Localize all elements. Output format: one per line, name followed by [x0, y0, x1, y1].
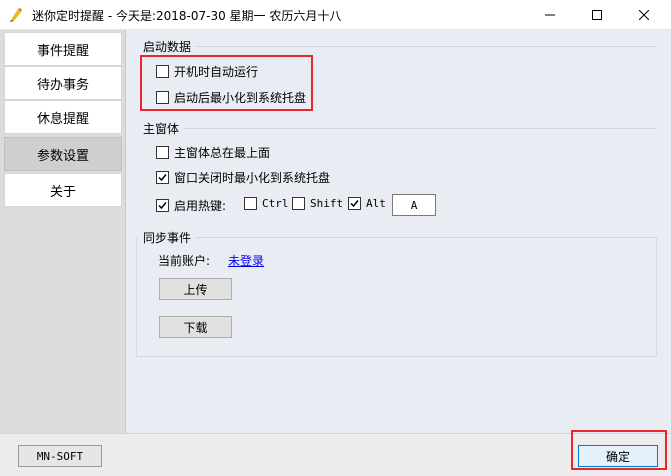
shift-modifier-option[interactable]: Shift: [292, 197, 343, 210]
minimize-tray-option[interactable]: 启动后最小化到系统托盘: [156, 89, 306, 106]
settings-panel: 启动数据 开机时自动运行 启动后最小化到系统托盘 主窗体 主窗体总在最上面 窗口…: [126, 30, 671, 433]
brand-button[interactable]: MN-SOFT: [18, 445, 102, 467]
sidebar-item-about[interactable]: 关于: [4, 173, 122, 207]
always-on-top-option[interactable]: 主窗体总在最上面: [156, 144, 270, 161]
close-to-tray-option[interactable]: 窗口关闭时最小化到系统托盘: [156, 169, 330, 186]
sidebar-item-rest-reminder[interactable]: 休息提醒: [4, 100, 122, 134]
sidebar-item-settings[interactable]: 参数设置: [4, 137, 122, 171]
hotkey-key-input[interactable]: A: [392, 194, 436, 216]
check-icon: [158, 174, 167, 182]
footer-bar: MN-SOFT 确定: [0, 433, 671, 476]
startup-group-divider: [196, 46, 656, 47]
mainwindow-group-divider: [184, 128, 656, 129]
close-to-tray-checkbox[interactable]: [156, 171, 169, 184]
ok-button[interactable]: 确定: [578, 445, 658, 467]
autorun-option[interactable]: 开机时自动运行: [156, 63, 258, 80]
hotkey-checkbox[interactable]: [156, 199, 169, 212]
ctrl-checkbox[interactable]: [244, 197, 257, 210]
window-title: 迷你定时提醒 - 今天是:2018-07-30 星期一 农历六月十八: [32, 9, 342, 23]
minimize-button[interactable]: [527, 0, 573, 30]
upload-button[interactable]: 上传: [159, 278, 232, 300]
check-icon: [350, 200, 359, 208]
sidebar-item-todo[interactable]: 待办事务: [4, 66, 122, 100]
client-area: 事件提醒 待办事务 休息提醒 参数设置 关于 启动数据 开机时自动运行 启动后最…: [0, 30, 671, 476]
minimize-icon: [545, 14, 555, 16]
sidebar-item-event-reminder[interactable]: 事件提醒: [4, 32, 122, 66]
hotkey-option[interactable]: 启用热键:: [156, 197, 226, 214]
close-button[interactable]: [621, 0, 667, 30]
login-link[interactable]: 未登录: [228, 252, 264, 269]
alt-checkbox[interactable]: [348, 197, 361, 210]
account-label: 当前账户:: [158, 254, 211, 268]
close-icon: [639, 10, 649, 20]
autorun-checkbox[interactable]: [156, 65, 169, 78]
title-bar: 迷你定时提醒 - 今天是:2018-07-30 星期一 农历六月十八: [0, 0, 671, 30]
maximize-icon: [592, 10, 602, 20]
sync-group-divider: [196, 237, 657, 238]
minimize-tray-checkbox[interactable]: [156, 91, 169, 104]
startup-group-title: 启动数据: [143, 40, 192, 54]
download-button[interactable]: 下载: [159, 316, 232, 338]
ctrl-modifier-option[interactable]: Ctrl: [244, 197, 289, 210]
alt-modifier-option[interactable]: Alt: [348, 197, 386, 210]
mainwindow-group-title: 主窗体: [143, 122, 180, 136]
always-on-top-checkbox[interactable]: [156, 146, 169, 159]
maximize-button[interactable]: [574, 0, 620, 30]
check-icon: [158, 202, 167, 210]
sidebar: 事件提醒 待办事务 休息提醒 参数设置 关于: [0, 30, 126, 433]
shift-checkbox[interactable]: [292, 197, 305, 210]
app-icon: [8, 7, 24, 23]
